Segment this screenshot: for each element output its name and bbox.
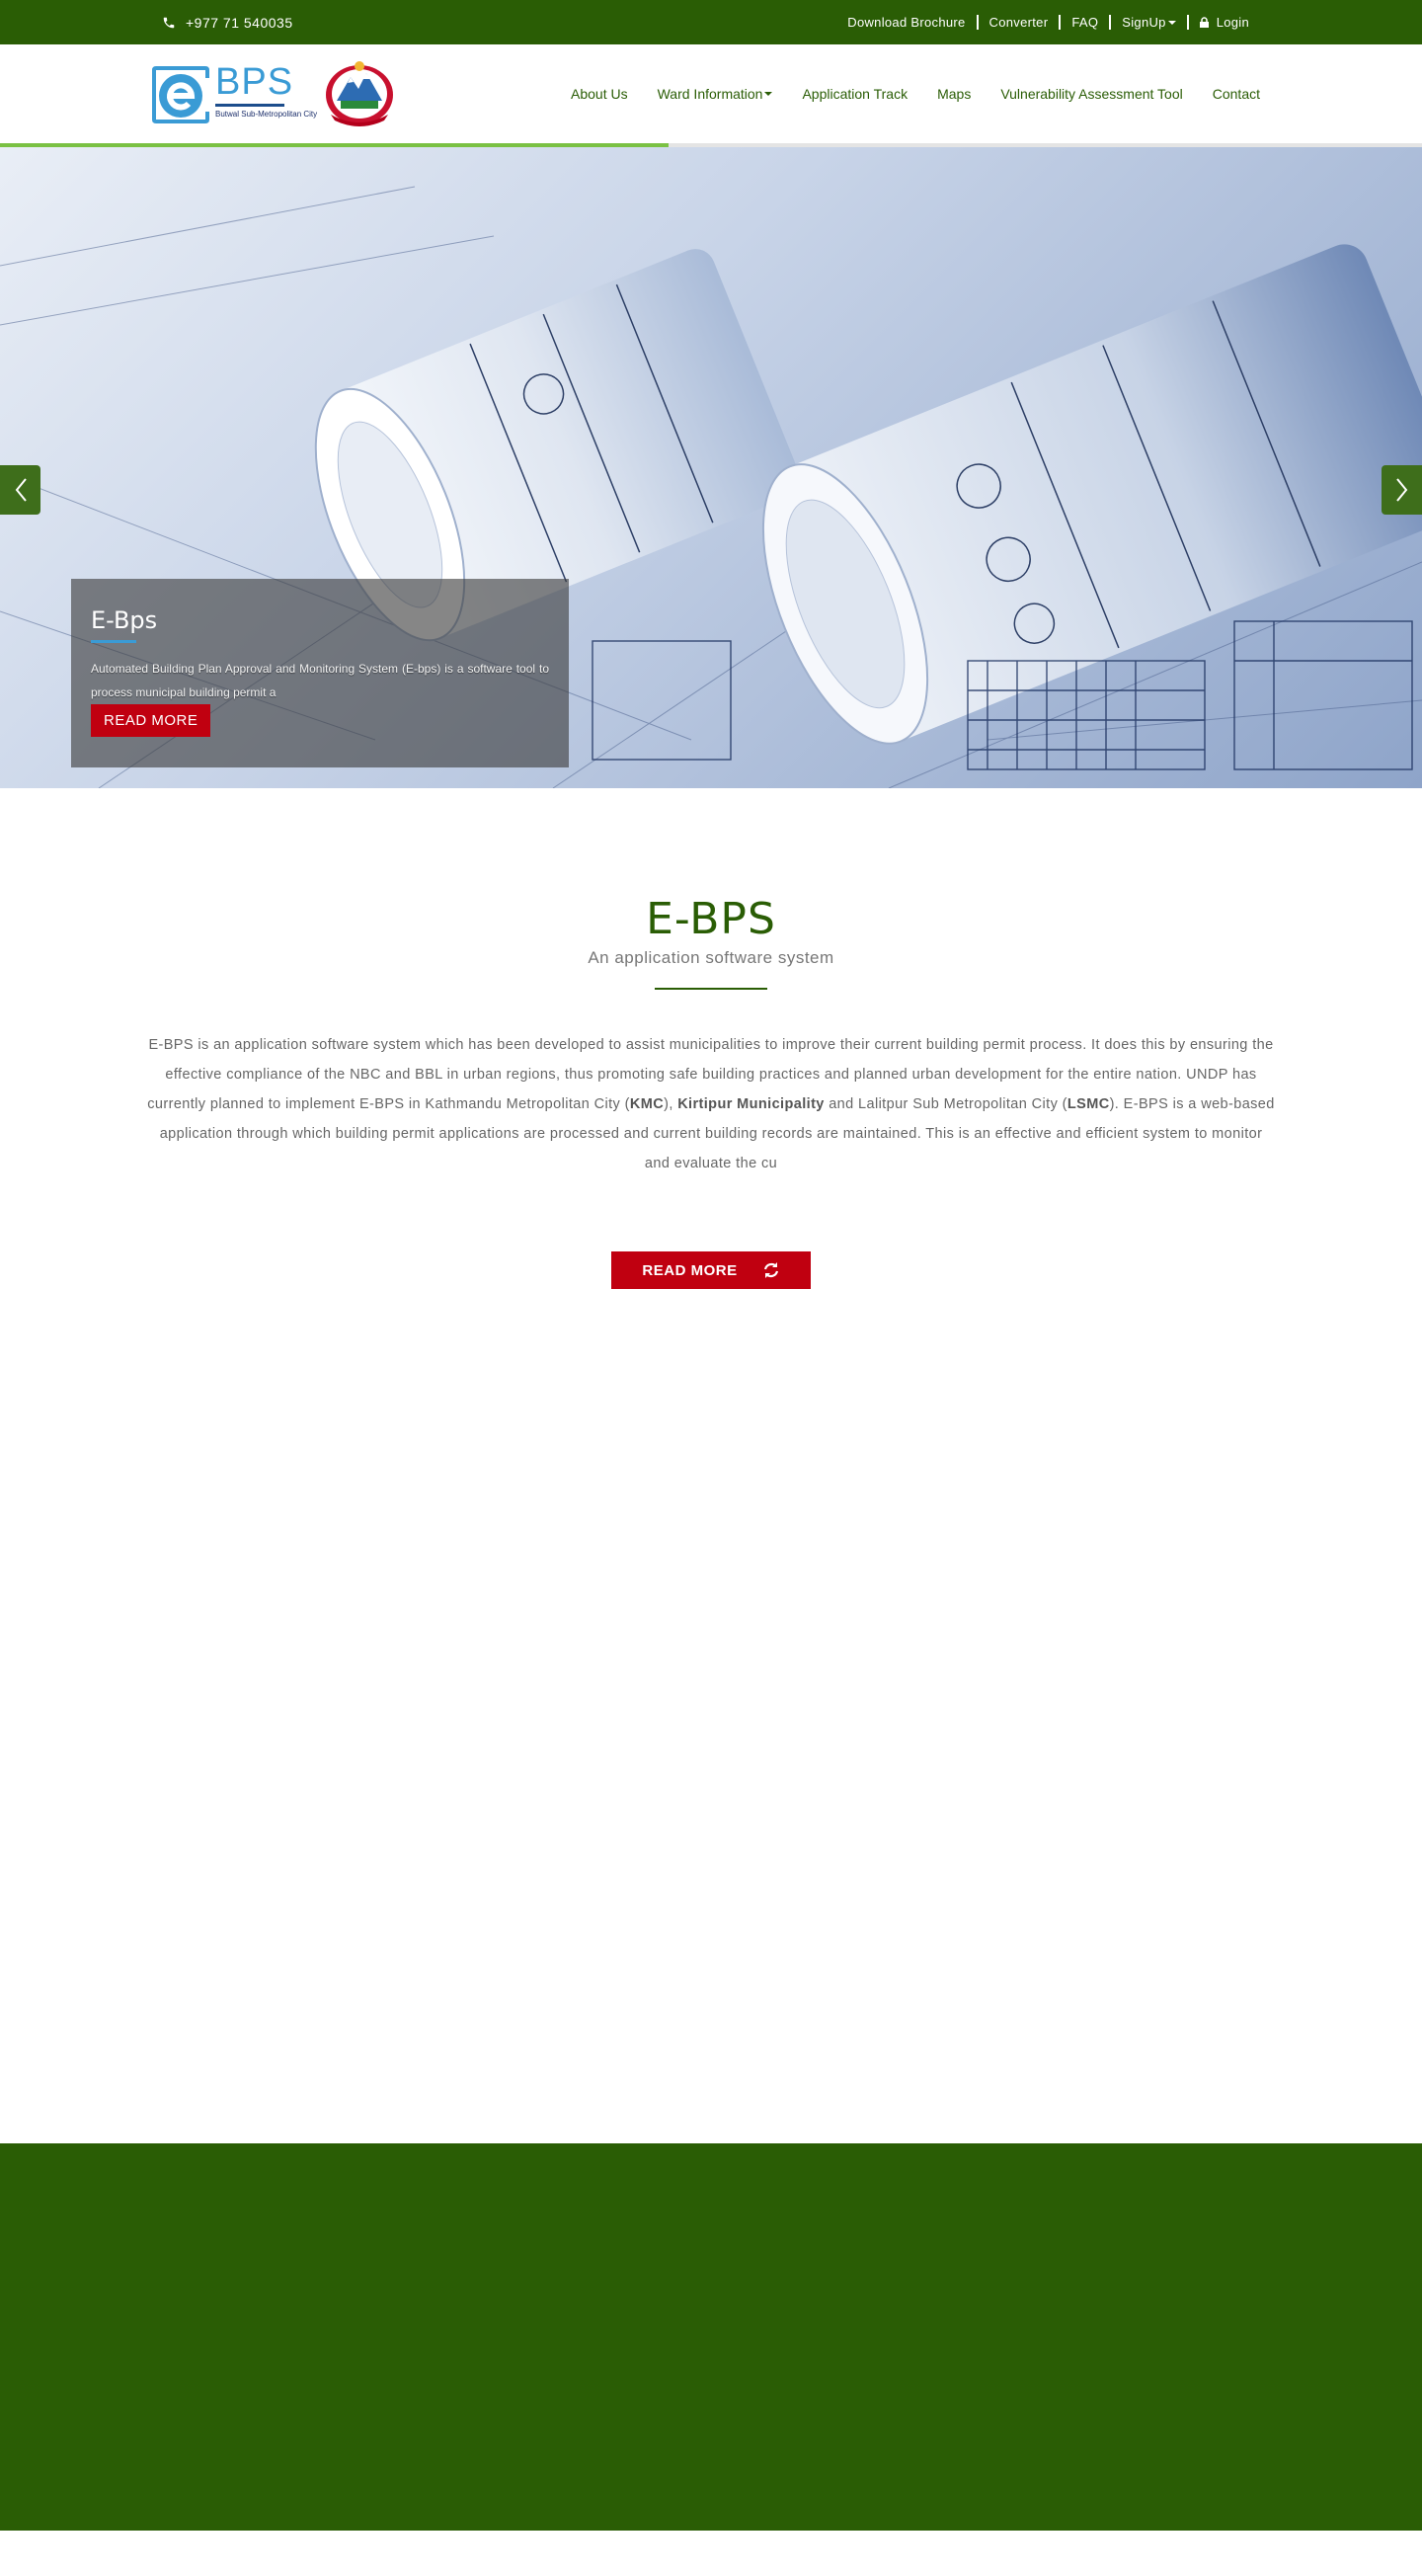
main-navigation: About Us Ward Information Application Tr… [541,44,1260,143]
slider-prev-button[interactable] [0,465,40,515]
slide-caption-title: E-Bps [91,606,158,634]
nav-maps-label: Maps [937,86,972,102]
download-brochure-label: Download Brochure [847,15,966,30]
refresh-icon [763,1262,778,1278]
ebps-logo-icon[interactable] [148,62,213,127]
about-kirtipur: Kirtipur Municipality [677,1096,825,1112]
about-read-more-label: READ MORE [642,1261,738,1279]
nav-ward-information[interactable]: Ward Information [658,86,773,102]
logo-title: BPS [215,61,294,103]
nav-vulnerability-assessment-tool[interactable]: Vulnerability Assessment Tool [1000,86,1182,102]
about-kmc: KMC [629,1096,665,1112]
nav-vulnerability-label: Vulnerability Assessment Tool [1000,86,1183,102]
logo-underline [215,104,284,107]
nav-contact-label: Contact [1212,86,1260,102]
nav-contact[interactable]: Contact [1213,86,1260,102]
about-subtitle: An application software system [588,948,834,967]
faq-link[interactable]: FAQ [1059,15,1109,30]
about-lsmc: LSMC [1066,1096,1110,1112]
logo-subtitle: Butwal Sub-Metropolitan City [215,110,318,119]
nav-application-track-label: Application Track [802,86,908,102]
lock-icon [1199,17,1209,28]
top-bar: +977 71 540035 Download Brochure Convert… [0,0,1422,44]
slide-caption-underline [91,640,136,643]
slider-next-button[interactable] [1382,465,1422,515]
slide-caption: E-Bps Automated Building Plan Approval a… [71,579,569,767]
logo-wordmark[interactable]: BPS Butwal Sub-Metropolitan City [215,62,317,119]
signup-label: SignUp [1122,15,1166,30]
nav-about-us-label: About Us [571,86,628,102]
footer [0,2143,1422,2531]
phone-number: +977 71 540035 [186,14,293,31]
phone-contact: +977 71 540035 [162,0,293,44]
nav-ward-information-label: Ward Information [657,86,763,102]
about-text-part: and Lalitpur Sub Metropolitan City ( [824,1096,1067,1112]
about-description: E-BPS is an application software system … [146,1030,1276,1178]
chevron-left-icon [15,478,27,502]
caret-down-icon [764,92,773,96]
hero-slider: E-Bps Automated Building Plan Approval a… [0,147,1422,788]
about-divider [655,988,767,990]
main-header: BPS Butwal Sub-Metropolitan City About U… [0,44,1422,143]
phone-icon [163,17,175,28]
slide-read-more-button[interactable]: READ MORE [91,704,211,737]
login-label: Login [1216,15,1249,30]
faq-label: FAQ [1071,15,1099,30]
slide-caption-text: Automated Building Plan Approval and Mon… [91,662,549,699]
login-link[interactable]: Login [1186,15,1260,30]
top-links: Download Brochure Converter FAQ SignUp L… [836,0,1260,44]
nav-about-us[interactable]: About Us [571,86,628,102]
chevron-right-icon [1395,478,1407,502]
nav-maps[interactable]: Maps [937,86,971,102]
about-title: E-BPS [646,894,776,944]
signup-dropdown[interactable]: SignUp [1109,15,1186,30]
nav-application-track[interactable]: Application Track [802,86,908,102]
nepal-emblem-icon [326,61,393,126]
converter-label: Converter [988,15,1049,30]
about-text-part: ), [664,1096,678,1112]
about-read-more-button[interactable]: READ MORE [611,1251,811,1289]
caret-down-icon [1167,20,1176,25]
download-brochure-link[interactable]: Download Brochure [836,15,976,30]
converter-link[interactable]: Converter [976,15,1060,30]
